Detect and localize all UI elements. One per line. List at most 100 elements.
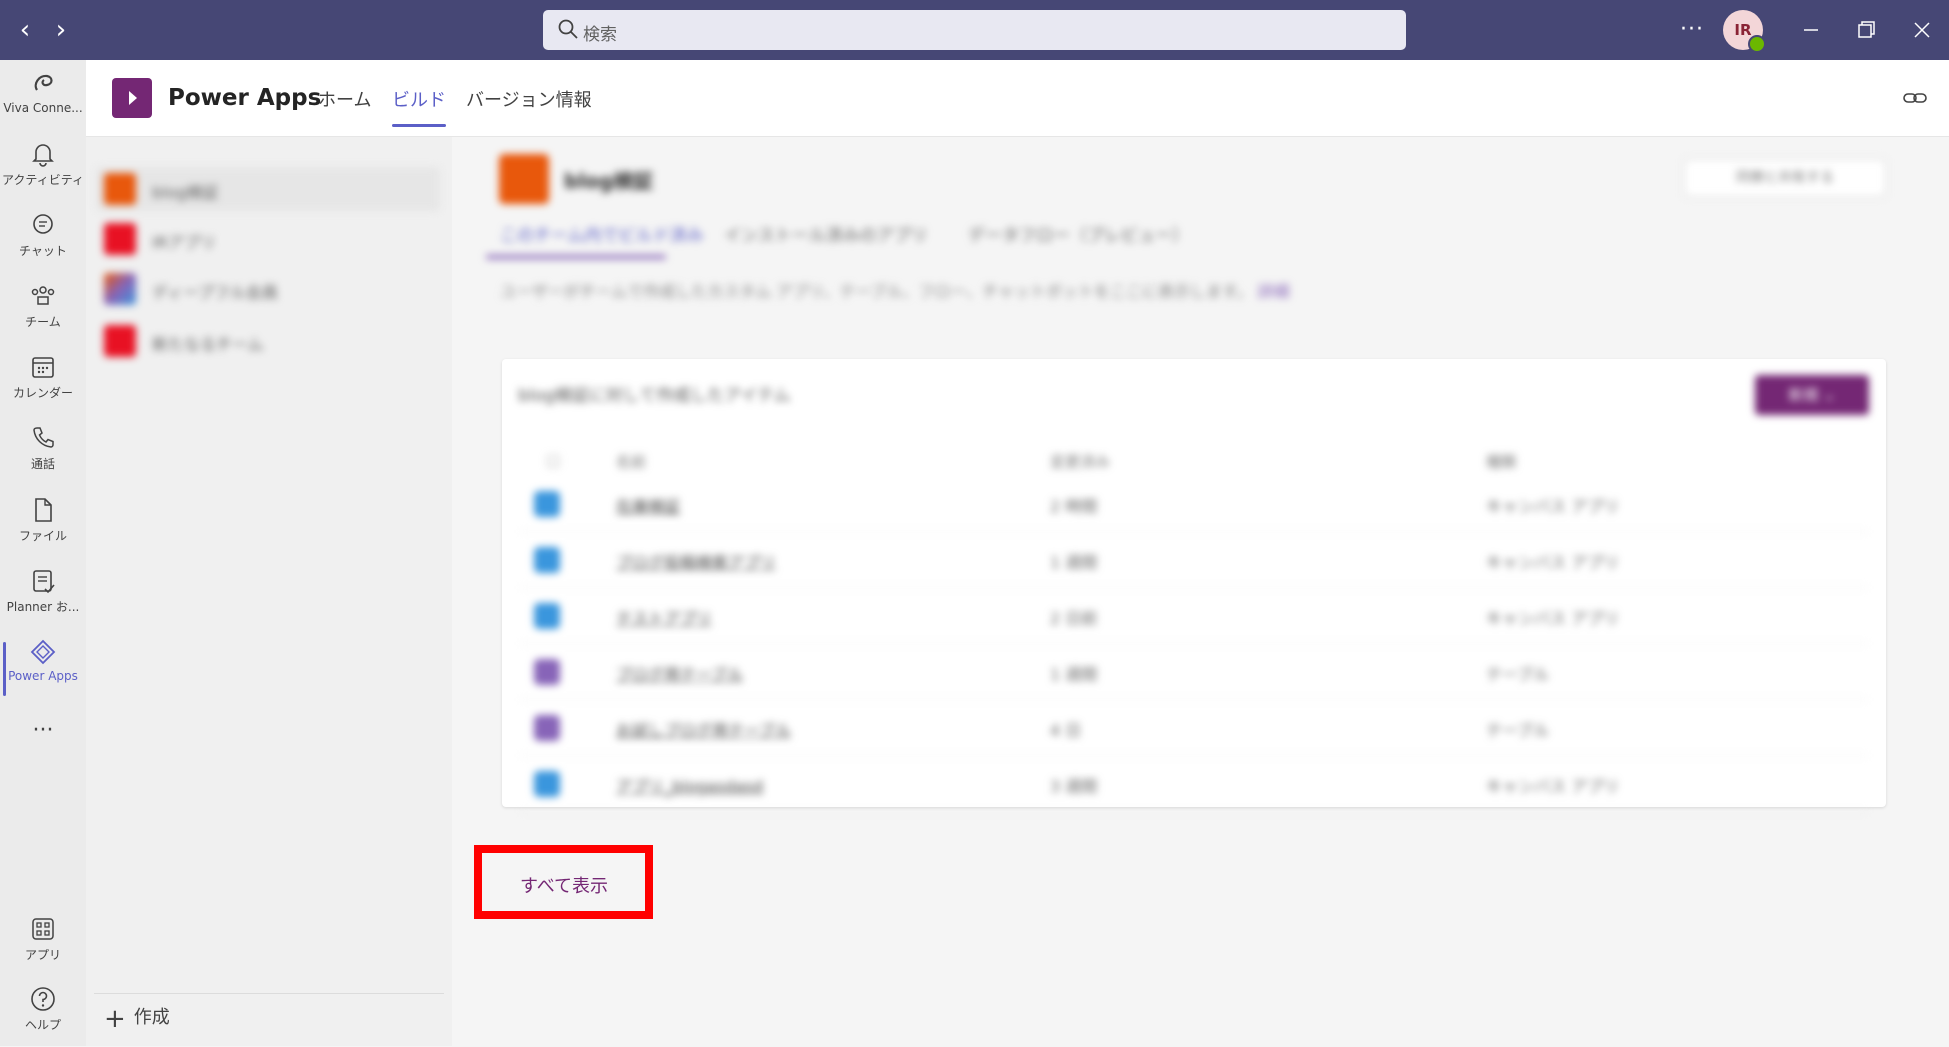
item-type: キャンバス アプリ [1486,609,1620,628]
team-icon [104,325,136,357]
show-all-link[interactable]: すべて表示 [520,869,620,905]
team-side-panel: blog検証 IRアプリ ディープフル会員 新たなるチーム + 作成 [86,137,452,1046]
link-icon[interactable] [1903,88,1927,108]
rail-label: カレンダー [12,386,73,400]
item-name[interactable]: 在庫検証 [616,493,680,517]
subtab-built[interactable]: このチーム内でビルド済み [500,221,704,246]
table-row[interactable]: お試しブログ用テーブル 4 日 テーブル [520,699,1868,756]
divider [94,993,444,994]
item-name[interactable]: ブログ用テーブル [616,661,743,685]
table-row[interactable]: 在庫検証 2 時間 キャンバス アプリ [520,475,1868,532]
power-apps-icon [30,639,56,665]
calendar-icon [32,357,54,378]
viva-connections-icon [34,74,53,91]
minimize-icon[interactable] [1796,15,1826,45]
app-header: Power Apps ホーム ビルド バージョン情報 [86,60,1949,137]
rail-label: 通話 [30,457,55,471]
more-options-icon[interactable]: ··· [1680,0,1704,60]
table-icon [534,659,560,685]
help-icon [31,987,55,1011]
table-row[interactable]: ブログ用テーブル 1 週間 テーブル [520,643,1868,700]
learn-more-link[interactable]: 詳細 [1258,282,1290,301]
team-label: blog検証 [152,183,219,202]
team-avatar [499,154,549,204]
close-icon[interactable] [1907,15,1937,45]
app-rail: Viva Conne... アクティビティ チャット チーム カレンダー 通話 … [0,60,86,1046]
team-icon [104,223,136,255]
item-modified: 2 日前 [1050,609,1098,628]
file-icon [35,498,52,522]
new-button[interactable]: 新規 ⌄ [1755,375,1869,415]
description-text: ユーザーがチームで作成したカスタム アプリ、テーブル、フロー、チャットボットをこ… [500,282,1253,301]
apps-icon [32,918,54,940]
search-box[interactable]: 検索 [543,10,1406,50]
team-label: IRアプリ [152,233,216,252]
rail-label: チーム [25,315,61,329]
team-item[interactable]: ディープフル会員 [96,267,440,311]
item-name[interactable]: お試しブログ用テーブル [616,717,791,741]
presence-status-icon [1748,35,1766,53]
subtab-installed[interactable]: インストール済みのアプリ [724,221,928,246]
items-card: blog検証に対して作成したアイテム 新規 ⌄ □ 名前 変更済み 種類 在庫検… [502,359,1886,812]
table-row[interactable]: テストアプリ 2 日前 キャンバス アプリ [520,587,1868,644]
avatar-initials: IR [1734,21,1752,39]
team-item[interactable]: IRアプリ [96,217,440,261]
rail-label: ヘルプ [24,1018,61,1032]
rail-label: Planner お... [6,600,80,614]
chat-icon [33,214,53,234]
column-header-name[interactable]: 名前 [616,451,646,472]
column-header-modified[interactable]: 変更済み [1050,451,1110,472]
item-name[interactable]: アプリ_blogasdasd [616,773,763,797]
bell-icon [32,144,54,167]
more-apps-icon[interactable]: ··· [0,718,86,780]
forward-arrow-icon[interactable]: › [46,14,76,46]
item-type: キャンバス アプリ [1486,553,1620,572]
app-title: Power Apps [168,85,322,111]
team-label: 新たなるチーム [152,335,264,354]
tab-build[interactable]: ビルド [392,86,446,127]
search-icon [558,19,578,39]
tab-home[interactable]: ホーム [318,86,371,112]
item-type: キャンバス アプリ [1486,777,1620,796]
column-header-type[interactable]: 種類 [1486,451,1516,472]
rail-item-teams[interactable]: チーム [0,282,86,344]
back-arrow-icon[interactable]: ‹ [10,14,40,46]
item-modified: 1 週間 [1050,553,1098,572]
subtab-dataflows[interactable]: データフロー（プレビュー） [968,221,1189,246]
table-row[interactable]: アプリ_blogasdasd 3 週間 キャンバス アプリ [520,755,1868,812]
rail-item-calls[interactable]: 通話 [0,424,86,486]
rail-item-help[interactable]: ヘルプ [0,985,86,1047]
planner-icon [33,570,55,594]
avatar[interactable]: IR [1723,10,1766,53]
canvas-app-icon [534,547,560,573]
canvas-app-icon [534,771,560,797]
rail-label: チャット [19,244,67,258]
canvas-app-icon [534,603,560,629]
table-row[interactable]: ブログ投稿検索アプリ 1 週間 キャンバス アプリ [520,531,1868,588]
rail-item-viva-connections[interactable]: Viva Conne... [0,70,86,132]
power-apps-logo-icon [112,78,152,118]
tab-about[interactable]: バージョン情報 [466,86,592,112]
rail-item-files[interactable]: ファイル [0,496,86,558]
rail-item-calendar[interactable]: カレンダー [0,353,86,415]
rail-item-planner[interactable]: Planner お... [0,567,86,629]
item-name[interactable]: ブログ投稿検索アプリ [616,549,776,573]
team-item[interactable]: 新たなるチーム [96,319,440,363]
description: ユーザーがチームで作成したカスタム アプリ、テーブル、フロー、チャットボットをこ… [500,279,1420,305]
subtab-underline [486,255,666,259]
item-modified: 4 日 [1050,721,1082,740]
restore-icon[interactable] [1851,15,1881,45]
rail-item-power-apps[interactable]: Power Apps [0,638,86,700]
team-name: blog検証 [564,169,654,193]
create-button[interactable]: + 作成 [104,1003,170,1034]
share-button[interactable]: 同僚と共有する [1684,159,1886,197]
rail-item-apps[interactable]: アプリ [0,915,86,977]
plus-icon: + [104,1004,126,1034]
rail-item-activity[interactable]: アクティビティ [0,140,86,202]
title-bar: ‹ › 検索 ··· IR [0,0,1949,60]
item-name[interactable]: テストアプリ [616,605,712,629]
team-item[interactable]: blog検証 [96,167,440,211]
rail-item-chat[interactable]: チャット [0,211,86,273]
rail-label: Power Apps [8,669,78,683]
team-icon [104,173,136,205]
